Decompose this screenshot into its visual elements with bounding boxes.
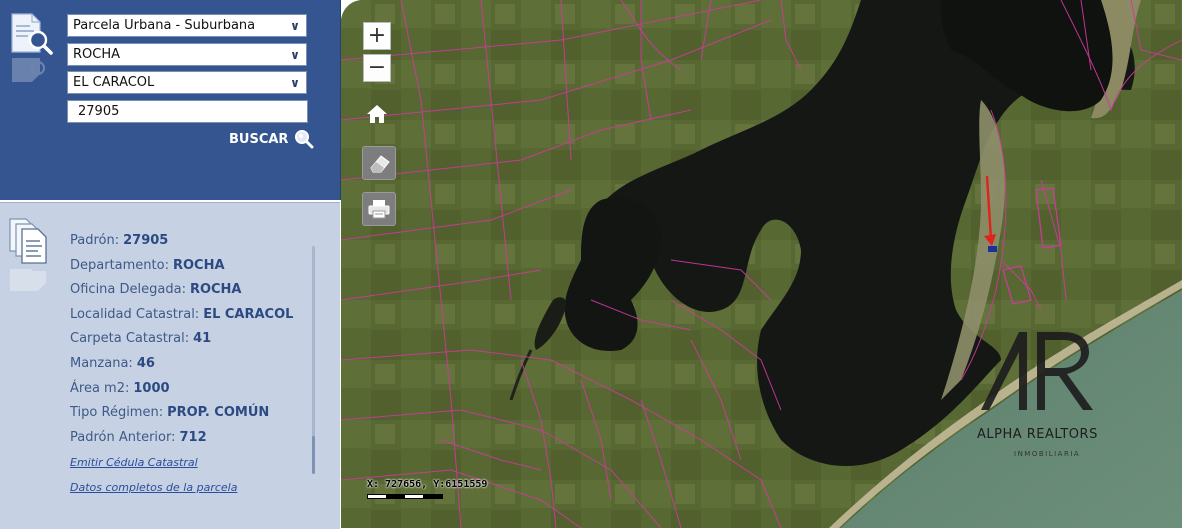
info-row-label: Carpeta Catastral: (70, 331, 190, 347)
eraser-icon (370, 155, 390, 173)
department-value: ROCHA (73, 47, 121, 62)
parcel-info-panel (0, 202, 340, 529)
info-row: Oficina Delegada: ROCHA (70, 282, 242, 297)
info-row-value: 1000 (133, 380, 170, 396)
search-panel: Parcela Urbana - Suburbana ∨ ROCHA ∨ EL … (0, 0, 341, 200)
map-view[interactable]: + − X: 727656, Y:6151559 ALPHA REALTORS … (341, 0, 1182, 528)
info-row-label: Área m2: (70, 380, 130, 396)
zoom-out-button[interactable]: − (363, 54, 391, 82)
info-row: Manzana: 46 (70, 356, 155, 371)
info-row-label: Localidad Catastral: (70, 306, 200, 322)
chevron-down-icon: ∨ (290, 19, 300, 33)
parcel-type-value: Parcela Urbana - Suburbana (73, 18, 256, 33)
chevron-down-icon: ∨ (290, 76, 300, 90)
info-row-value: 46 (136, 356, 155, 371)
watermark-subtitle: INMOBILIARIA (1014, 450, 1081, 458)
watermark-brand-name: ALPHA REALTORS (977, 427, 1098, 442)
document-search-icon (11, 13, 53, 82)
info-row-label: Oficina Delegada: (70, 282, 186, 298)
info-row-label: Tipo Régimen: (70, 405, 164, 421)
locality-select[interactable]: EL CARACOL ∨ (67, 71, 307, 94)
locality-value: EL CARACOL (73, 75, 155, 90)
info-row: Tipo Régimen: PROP. COMÚN (70, 405, 269, 420)
scale-bar (367, 494, 443, 499)
printer-icon (368, 200, 390, 219)
info-row-value: EL CARACOL (203, 306, 294, 322)
info-row-value: PROP. COMÚN (167, 405, 270, 421)
info-row: Padrón: 27905 (70, 233, 168, 248)
info-row-label: Departamento: (70, 257, 169, 273)
coordinates-readout: X: 727656, Y:6151559 (367, 479, 488, 490)
search-button-label: BUSCAR (229, 131, 289, 147)
info-scroll-thumb[interactable] (312, 436, 315, 474)
info-row: Carpeta Catastral: 41 (70, 331, 211, 346)
print-button[interactable] (362, 192, 396, 226)
info-row-value: 712 (179, 429, 207, 445)
info-row: Departamento: ROCHA (70, 258, 225, 273)
info-row-label: Padrón: (70, 233, 120, 248)
info-row: Padrón Anterior: 712 (70, 430, 207, 445)
info-row-value: ROCHA (189, 282, 242, 298)
info-row: Localidad Catastral: EL CARACOL (70, 307, 293, 322)
emit-cedula-link[interactable]: Emitir Cédula Catastral (70, 456, 198, 469)
info-row-value: ROCHA (172, 257, 225, 273)
info-row-label: Manzana: (70, 356, 133, 371)
chevron-down-icon: ∨ (290, 48, 300, 62)
info-row: Área m2: 1000 (70, 381, 170, 396)
eraser-button[interactable] (362, 146, 396, 180)
parcel-type-select[interactable]: Parcela Urbana - Suburbana ∨ (67, 14, 307, 37)
info-row-label: Padrón Anterior: (70, 429, 176, 445)
zoom-in-button[interactable]: + (363, 22, 391, 50)
home-icon[interactable] (366, 104, 388, 124)
selected-parcel[interactable] (988, 246, 997, 252)
search-button[interactable]: BUSCAR (229, 128, 314, 150)
full-parcel-data-link[interactable]: Datos completos de la parcela (70, 481, 237, 494)
documents-stack-icon (9, 218, 47, 291)
magnifier-icon (295, 130, 314, 149)
padron-input[interactable] (67, 100, 308, 123)
info-row-value: 41 (193, 331, 212, 347)
info-row-value: 27905 (123, 233, 169, 248)
department-select[interactable]: ROCHA ∨ (67, 43, 307, 66)
